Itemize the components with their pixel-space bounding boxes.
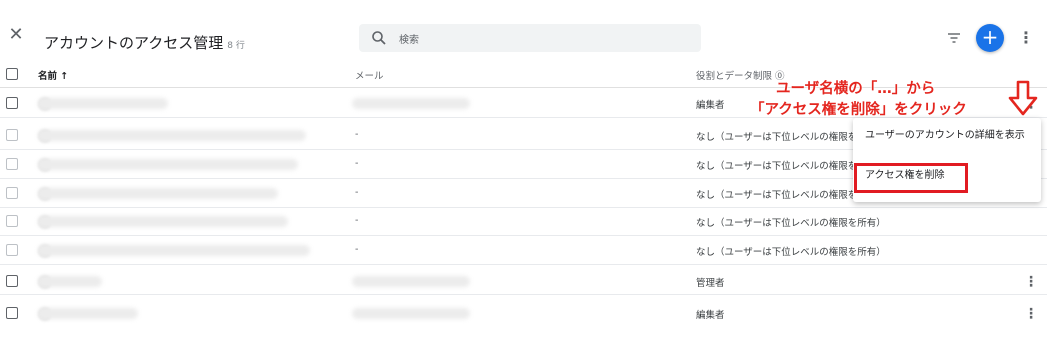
row-checkbox[interactable]: [6, 307, 18, 319]
row-more-icon[interactable]: ⋮: [1024, 305, 1038, 323]
user-role: なし（ユーザーは下位レベルの権限を所有）: [696, 247, 886, 258]
select-all-checkbox[interactable]: [6, 68, 18, 80]
page-title: アカウントのアクセス管理 8 行: [44, 32, 245, 53]
row-checkbox[interactable]: [6, 187, 18, 199]
row-checkbox[interactable]: [6, 129, 18, 141]
user-email: [352, 276, 470, 287]
user-name: [38, 245, 310, 256]
row-checkbox[interactable]: [6, 158, 18, 170]
user-role: 編集者: [696, 310, 725, 321]
user-email: [352, 308, 470, 319]
user-name: [38, 159, 298, 170]
table-row[interactable]: - なし（ユーザーは下位レベルの権限を所有）: [0, 207, 1047, 236]
filter-icon[interactable]: [946, 30, 962, 46]
top-bar: ✕ アカウントのアクセス管理 8 行 検索 + ⋮: [0, 0, 1047, 60]
add-user-button[interactable]: +: [976, 24, 1004, 52]
column-header-role[interactable]: 役割とデータ制限 ⓪: [696, 68, 785, 82]
close-icon[interactable]: ✕: [6, 25, 26, 45]
annotation-line-1: ユーザ名横の「…」から: [776, 81, 936, 97]
row-checkbox[interactable]: [6, 244, 18, 256]
user-name: [38, 188, 278, 199]
user-email: -: [355, 158, 359, 169]
page-title-text: アカウントのアクセス管理: [44, 34, 224, 52]
menu-item-view-account-details[interactable]: ユーザーのアカウントの詳細を表示: [865, 128, 1037, 143]
row-checkbox[interactable]: [6, 215, 18, 227]
user-name: [38, 216, 288, 227]
plus-icon: +: [981, 25, 999, 49]
user-name: [38, 130, 306, 141]
user-name: [38, 308, 138, 319]
user-email: -: [355, 129, 359, 140]
user-name: [38, 98, 168, 109]
column-header-name[interactable]: 名前 ↑: [38, 68, 68, 82]
row-checkbox[interactable]: [6, 97, 18, 109]
highlight-box: [854, 163, 968, 193]
table-row[interactable]: 編集者 ⋮: [0, 298, 1047, 327]
search-placeholder: 検索: [399, 35, 419, 46]
user-role: なし（ユーザーは下位レベルの権限を所有）: [696, 218, 886, 229]
column-header-email[interactable]: メール: [355, 68, 384, 82]
table-row[interactable]: - なし（ユーザーは下位レベルの権限を所有）: [0, 236, 1047, 265]
more-vert-icon[interactable]: ⋮: [1018, 28, 1034, 48]
row-checkbox[interactable]: [6, 275, 18, 287]
user-role: 管理者: [696, 278, 725, 289]
user-email: [352, 98, 470, 109]
user-role: 編集者: [696, 100, 725, 111]
search-icon: [372, 31, 386, 45]
table-row[interactable]: 管理者 ⋮: [0, 266, 1047, 295]
row-count: 8 行: [227, 41, 245, 51]
annotation-line-2: 「アクセス権を削除」をクリック: [750, 102, 967, 118]
user-name: [38, 276, 102, 287]
row-more-icon[interactable]: ⋮: [1024, 273, 1038, 291]
user-email: -: [355, 244, 359, 255]
user-email: -: [355, 215, 359, 226]
search-input[interactable]: 検索: [359, 24, 701, 52]
down-arrow-icon: [1008, 80, 1038, 116]
user-email: -: [355, 187, 359, 198]
